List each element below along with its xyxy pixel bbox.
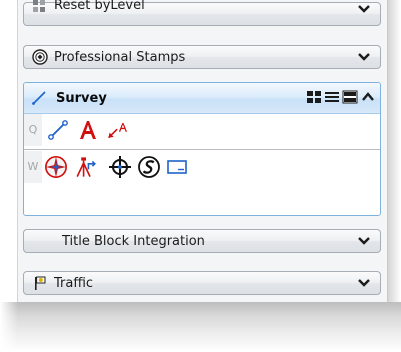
tool-palette-panel: Reset byLevel Professional Stamps Survey… — [17, 0, 388, 302]
tripod-station-icon[interactable] — [74, 155, 98, 179]
chevron-down-icon — [358, 235, 370, 247]
chevron-down-icon — [358, 3, 370, 15]
label-arrow-tool-icon[interactable] — [106, 118, 130, 142]
text-tool-icon[interactable] — [76, 118, 100, 142]
section-header-survey[interactable]: Survey — [24, 83, 380, 114]
stamp-seal-icon — [32, 49, 48, 65]
section-header-professional-stamps[interactable]: Professional Stamps — [23, 45, 381, 69]
section-header-title-block[interactable]: Title Block Integration — [23, 229, 381, 253]
rectangle-frame-icon[interactable] — [165, 155, 189, 179]
chevron-down-icon — [358, 277, 370, 289]
detail-view-icon[interactable] — [342, 89, 358, 105]
compass-rose-icon[interactable] — [44, 155, 68, 179]
section-survey: Survey Q W — [23, 82, 381, 216]
tool-row-q: Q — [24, 114, 380, 146]
crosshair-point-icon[interactable] — [108, 155, 132, 179]
chevron-down-icon — [358, 51, 370, 63]
row-shortcut-key: W — [24, 151, 42, 183]
reset-tools-icon — [32, 0, 48, 13]
section-symbol-icon[interactable] — [137, 155, 161, 179]
row-divider — [24, 149, 380, 150]
section-label: Title Block Integration — [62, 233, 205, 249]
section-label: Professional Stamps — [54, 49, 186, 65]
panel-shadow-bottom — [0, 302, 401, 352]
traffic-sign-icon — [32, 275, 48, 291]
chevron-up-icon[interactable] — [360, 89, 376, 105]
section-label: Survey — [56, 90, 107, 106]
section-label: Reset byLevel — [54, 0, 145, 13]
tool-palette-canvas: Reset byLevel Professional Stamps Survey… — [0, 0, 401, 352]
section-header-traffic[interactable]: Traffic — [23, 271, 381, 295]
survey-line-tool-icon[interactable] — [46, 118, 70, 142]
tool-row-w: W — [24, 151, 380, 183]
blank-icon — [32, 233, 48, 249]
large-icon-grid-icon[interactable] — [306, 89, 322, 105]
list-view-icon[interactable] — [324, 89, 340, 105]
row-shortcut-key: Q — [24, 114, 42, 146]
section-header-reset[interactable]: Reset byLevel — [23, 0, 381, 26]
section-label: Traffic — [54, 275, 94, 291]
survey-line-icon — [31, 90, 47, 106]
view-mode-toolbar — [304, 89, 376, 105]
